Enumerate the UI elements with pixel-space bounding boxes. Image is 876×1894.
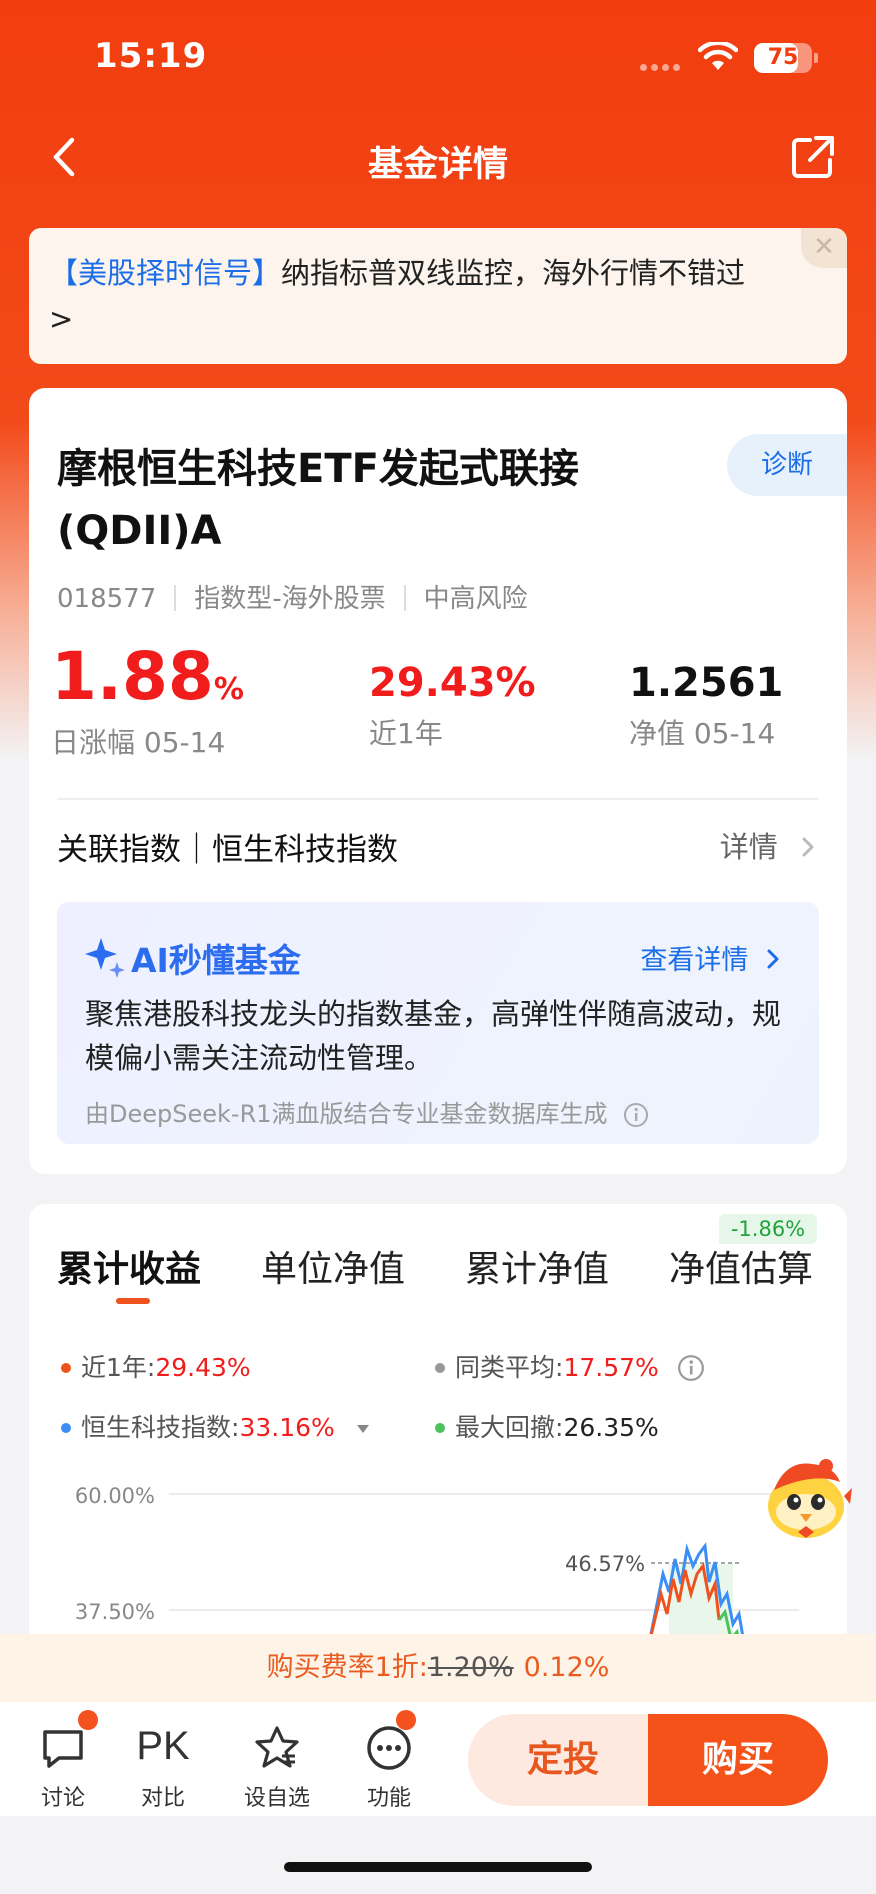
peak-annotation: 46.57% — [565, 1552, 645, 1576]
ai-summary-box: AI秒懂基金 查看详情 聚焦港股科技龙头的指数基金，高弹性伴随高波动，规模偏小需… — [57, 902, 819, 1144]
legend-fund-value: 29.43% — [155, 1353, 251, 1382]
fee-discounted: 0.12% — [523, 1652, 610, 1683]
bottom-action-bar: 讨论 PK 对比 设自选 功能 定投 购买 — [0, 1702, 876, 1816]
wifi-icon — [698, 42, 738, 70]
nav-stat: 1.2561 净值 05-14 — [629, 660, 783, 752]
watch-label: 设自选 — [243, 1786, 310, 1811]
related-index-row[interactable]: 关联指数｜恒生科技指数 详情 — [57, 824, 819, 874]
battery-icon: 75 — [754, 43, 818, 73]
daily-change-stat: 1.88% 日涨幅 05-14 — [51, 638, 244, 761]
legend-index[interactable]: 恒生科技指数:33.16% — [61, 1408, 371, 1444]
fund-name: 摩根恒生科技ETF发起式联接 (QDII)A — [57, 438, 657, 562]
compare-button[interactable]: PK 对比 — [108, 1702, 218, 1816]
one-year-label: 近1年 — [369, 717, 443, 750]
ai-summary-title: AI秒懂基金 — [131, 941, 301, 980]
daily-change-label: 日涨幅 05-14 — [51, 726, 226, 759]
purchase-fee-bar: 购买费率1折:1.20% 0.12% — [0, 1634, 876, 1702]
notification-dot — [78, 1710, 98, 1730]
compare-label: 对比 — [140, 1786, 185, 1811]
legend-avg-label: 同类平均: — [455, 1353, 564, 1382]
fund-name-line2: (QDII)A — [57, 508, 222, 554]
banner-text: 【美股择时信号】纳指标普双线监控，海外行情不错过 > — [49, 250, 819, 342]
buy-button[interactable]: 购买 — [648, 1714, 828, 1806]
status-bar: 15:19 75 — [0, 0, 876, 110]
y-tick-label-37-5: 37.50% — [75, 1600, 155, 1624]
fund-type: 指数型-海外股票 — [194, 584, 386, 614]
pk-icon: PK — [136, 1724, 190, 1768]
y-tick-label-60: 60.00% — [75, 1484, 155, 1508]
fee-label: 购买费率1折: — [266, 1652, 428, 1683]
banner-highlight: 【美股择时信号】 — [49, 256, 282, 290]
fund-code: 018577 — [57, 584, 157, 614]
mascot-assistant-icon[interactable] — [760, 1452, 852, 1544]
index-detail-link[interactable]: 详情 — [720, 824, 819, 866]
legend-avg-value: 17.57% — [563, 1353, 659, 1382]
daily-change-value: 1.88 — [51, 638, 214, 715]
legend-fund: 近1年:29.43% — [61, 1348, 251, 1384]
legend-drawdown-value: 26.35% — [563, 1413, 659, 1442]
nav-label: 净值 05-14 — [629, 717, 776, 750]
legend-index-value: 33.16% — [239, 1413, 335, 1442]
fee-original: 1.20% — [427, 1652, 514, 1683]
tab-cumulative-return[interactable]: 累计收益 — [57, 1240, 201, 1292]
functions-label: 功能 — [366, 1786, 411, 1811]
legend-index-label: 恒生科技指数: — [81, 1413, 240, 1442]
one-year-value: 29.43% — [369, 660, 536, 706]
more-icon — [367, 1726, 411, 1770]
ai-summary-text: 聚焦港股科技龙头的指数基金，高弹性伴随高波动，规模偏小需关注流动性管理。 — [85, 997, 782, 1075]
caret-down-icon[interactable] — [355, 1423, 371, 1435]
info-icon[interactable] — [623, 1102, 649, 1128]
fund-risk: 中高风险 — [423, 584, 528, 614]
divider — [57, 798, 819, 800]
tab-accumulated-nav[interactable]: 累计净值 — [465, 1240, 609, 1292]
tab-nav-estimate[interactable]: 净值估算 — [669, 1240, 813, 1292]
info-icon[interactable] — [677, 1354, 705, 1382]
star-icon — [255, 1726, 299, 1768]
index-detail-label: 详情 — [719, 830, 778, 864]
nav-bar: 基金详情 — [0, 118, 876, 198]
banner-message: 纳指标普双线监控，海外行情不错过 — [281, 256, 746, 290]
legend-category-average: 同类平均:17.57% — [435, 1348, 705, 1384]
banner-arrow: > — [49, 302, 74, 336]
close-icon[interactable]: ✕ — [801, 228, 847, 268]
promo-banner[interactable]: 【美股择时信号】纳指标普双线监控，海外行情不错过 > ✕ — [29, 228, 847, 364]
notification-dot — [396, 1710, 416, 1730]
nav-value: 1.2561 — [629, 660, 784, 706]
functions-button[interactable]: 功能 — [334, 1702, 444, 1816]
ai-footer-text: 由DeepSeek-R1满血版结合专业基金数据库生成 — [85, 1100, 608, 1128]
performance-tabs: 累计收益 单位净值 累计净值 净值估算 — [57, 1240, 847, 1300]
fund-summary-card: 摩根恒生科技ETF发起式联接 (QDII)A 诊断 018577 指数型-海外股票… — [29, 388, 847, 1174]
sip-button[interactable]: 定投 — [468, 1714, 658, 1806]
home-indicator[interactable] — [284, 1862, 592, 1872]
related-index-label: 关联指数｜恒生科技指数 — [57, 832, 398, 868]
daily-change-unit: % — [213, 672, 244, 707]
discuss-button[interactable]: 讨论 — [8, 1702, 118, 1816]
discuss-label: 讨论 — [40, 1786, 85, 1811]
share-icon[interactable] — [788, 132, 838, 182]
chat-bubble-icon — [43, 1730, 83, 1768]
chevron-right-icon — [802, 837, 814, 857]
legend-fund-label: 近1年: — [81, 1353, 156, 1382]
battery-level: 75 — [767, 45, 799, 70]
ai-more-link[interactable]: 查看详情 — [640, 938, 783, 977]
sparkle-icon — [85, 938, 125, 978]
one-year-stat: 29.43% 近1年 — [369, 660, 536, 752]
legend-drawdown-label: 最大回撤: — [455, 1413, 564, 1442]
chevron-right-icon — [767, 949, 779, 969]
page-title: 基金详情 — [367, 145, 508, 185]
add-watchlist-button[interactable]: 设自选 — [222, 1702, 332, 1816]
signal-icon — [640, 64, 684, 72]
fund-meta: 018577 指数型-海外股票 中高风险 — [57, 578, 528, 615]
performance-card: -1.86% 累计收益 单位净值 累计净值 净值估算 近1年:29.43% 同类… — [29, 1204, 847, 1664]
ai-summary-footer: 由DeepSeek-R1满血版结合专业基金数据库生成 — [85, 1094, 649, 1129]
diagnose-button[interactable]: 诊断 — [727, 434, 847, 496]
legend-max-drawdown: 最大回撤:26.35% — [435, 1408, 659, 1444]
tab-unit-nav[interactable]: 单位净值 — [261, 1240, 405, 1292]
active-tab-indicator — [116, 1298, 150, 1304]
ai-more-label: 查看详情 — [640, 945, 749, 976]
home-indicator-area — [0, 1816, 876, 1894]
status-time: 15:19 — [94, 36, 208, 76]
fund-name-line1: 摩根恒生科技ETF发起式联接 — [57, 446, 579, 492]
